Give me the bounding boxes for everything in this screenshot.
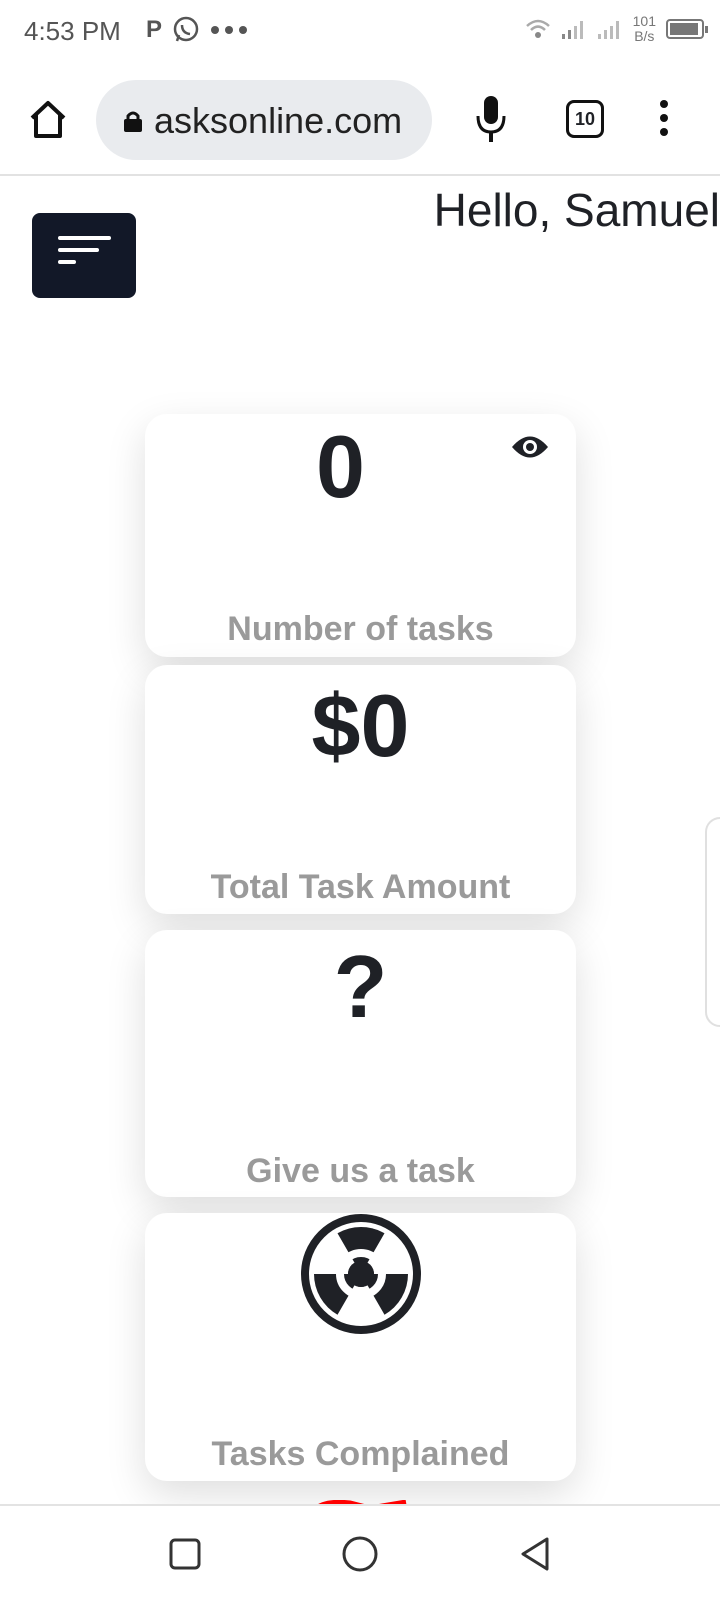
system-nav-bar bbox=[0, 1504, 720, 1600]
browser-toolbar: asksonline.com 10 bbox=[0, 64, 720, 176]
network-speed-unit: B/s bbox=[634, 28, 655, 44]
greeting-text: Hello, Samuel bbox=[433, 184, 720, 236]
microphone-icon[interactable] bbox=[474, 94, 508, 144]
back-triangle-icon[interactable] bbox=[515, 1534, 555, 1574]
card-total-task-amount: $0 Total Task Amount bbox=[145, 665, 576, 914]
home-circle-icon[interactable] bbox=[340, 1534, 380, 1574]
side-panel-edge bbox=[705, 817, 720, 1027]
card-number-of-tasks: 0 Number of tasks bbox=[145, 414, 576, 657]
recents-square-icon[interactable] bbox=[165, 1534, 205, 1574]
wifi-icon bbox=[525, 19, 550, 38]
eye-icon[interactable] bbox=[510, 432, 550, 462]
more-dots-icon bbox=[211, 26, 248, 34]
notification-icons: P bbox=[146, 16, 248, 44]
total-amount-value: $0 bbox=[311, 676, 410, 775]
card-tasks-complained: Tasks Complained bbox=[145, 1213, 576, 1481]
url-text: asksonline.com bbox=[154, 100, 403, 141]
radiation-icon bbox=[301, 1214, 421, 1334]
lock-icon bbox=[124, 111, 142, 132]
number-of-tasks-label: Number of tasks bbox=[227, 610, 494, 648]
system-status: 101 B/s bbox=[525, 14, 708, 44]
total-task-amount-label: Total Task Amount bbox=[210, 868, 511, 906]
tasks-complained-label: Tasks Complained bbox=[211, 1435, 510, 1473]
status-bar: 4:53 PM P 101 B/s bbox=[0, 0, 720, 64]
p-icon: P bbox=[146, 16, 163, 43]
signal-icon bbox=[561, 21, 583, 39]
whatsapp-icon bbox=[173, 16, 199, 42]
browser-menu-icon[interactable] bbox=[654, 100, 674, 140]
battery-icon bbox=[666, 19, 708, 39]
give-us-a-task-label: Give us a task bbox=[246, 1152, 475, 1190]
signal-icon-2 bbox=[597, 21, 619, 39]
network-speed-value: 101 bbox=[632, 13, 656, 29]
tab-switcher-button[interactable]: 10 bbox=[566, 100, 604, 138]
home-icon[interactable] bbox=[26, 98, 70, 142]
question-mark-icon: ? bbox=[333, 937, 388, 1036]
address-bar[interactable]: asksonline.com bbox=[96, 80, 432, 160]
tasks-count-value: 0 bbox=[316, 417, 365, 516]
network-speed: 101 B/s bbox=[633, 14, 656, 44]
status-time: 4:53 PM bbox=[24, 16, 121, 46]
card-give-us-a-task[interactable]: ? Give us a task bbox=[145, 930, 576, 1197]
sidebar-menu-button[interactable] bbox=[32, 213, 136, 298]
